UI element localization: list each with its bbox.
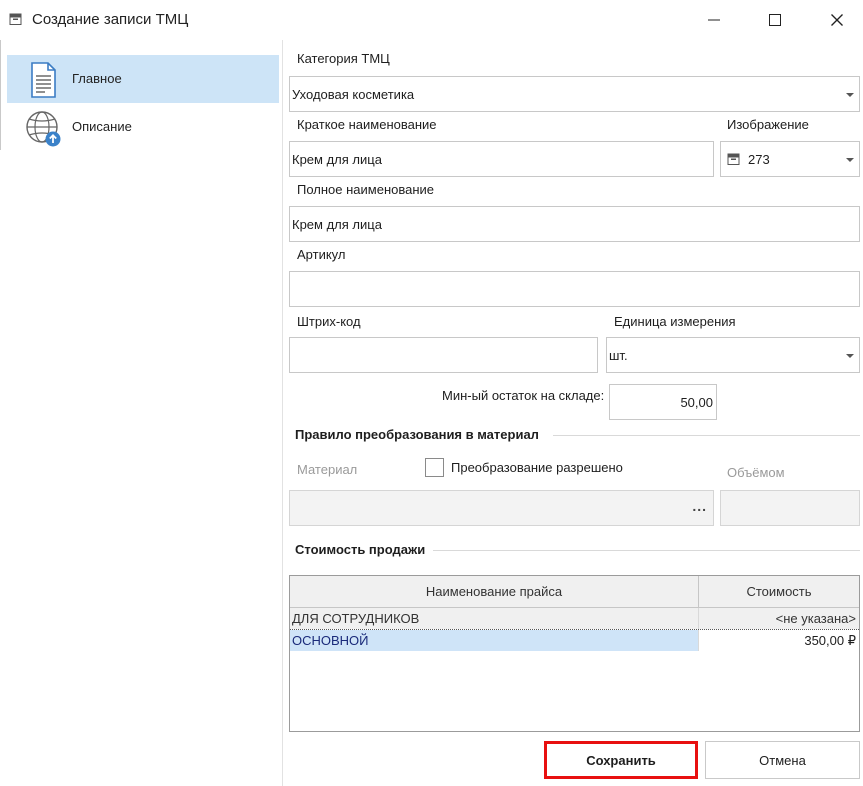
min-stock-input[interactable]: 50,00 (609, 384, 717, 420)
price-name-cell: ДЛЯ СОТРУДНИКОВ (290, 608, 699, 629)
conversion-allowed-label: Преобразование разрешено (451, 460, 623, 475)
conversion-section-title: Правило преобразования в материал (295, 427, 539, 442)
volume-input[interactable] (720, 490, 860, 526)
table-row[interactable]: ДЛЯ СОТРУДНИКОВ <не указана> (290, 608, 859, 629)
browse-button[interactable]: ... (692, 498, 707, 514)
image-box-icon (727, 153, 740, 165)
sidebar-item-label: Описание (72, 119, 132, 134)
volume-label: Объёмом (727, 465, 785, 480)
dialog-window: Создание записи ТМЦ Главное Описание Кат… (0, 0, 863, 786)
cancel-button[interactable]: Отмена (705, 741, 860, 779)
title-bar: Создание записи ТМЦ (0, 0, 863, 40)
pricing-section-title: Стоимость продажи (295, 542, 426, 557)
full-name-value: Крем для лица (292, 217, 382, 232)
image-value: 273 (748, 152, 770, 167)
globe-upload-icon (26, 111, 61, 147)
sidebar-item-description[interactable]: Описание (7, 103, 279, 151)
price-name-cell: ОСНОВНОЙ (290, 630, 699, 651)
image-label: Изображение (727, 117, 809, 132)
minimize-button[interactable] (692, 6, 736, 34)
sidebar-item-label: Главное (72, 71, 122, 86)
article-label: Артикул (297, 247, 346, 262)
price-value-cell[interactable]: <не указана> (699, 608, 859, 629)
unit-value: шт. (609, 348, 628, 363)
full-name-input[interactable]: Крем для лица (289, 206, 860, 242)
sidebar-nav (0, 40, 283, 786)
chevron-down-icon (846, 93, 854, 97)
material-picker[interactable]: ... (289, 490, 714, 526)
document-icon (31, 62, 56, 98)
unit-label: Единица измерения (614, 314, 736, 329)
article-input[interactable] (289, 271, 860, 307)
price-table: Наименование прайса Стоимость ДЛЯ СОТРУД… (289, 575, 860, 732)
close-button[interactable] (815, 6, 859, 34)
section-divider (433, 550, 860, 551)
window-title: Создание записи ТМЦ (32, 11, 189, 28)
table-row-selected[interactable]: ОСНОВНОЙ 350,00 ₽ (290, 629, 859, 651)
maximize-icon (769, 14, 781, 26)
chevron-down-icon (846, 354, 854, 358)
column-header-price[interactable]: Стоимость (699, 576, 859, 607)
section-divider (553, 435, 860, 436)
barcode-label: Штрих-код (297, 314, 361, 329)
sidebar-item-main[interactable]: Главное (7, 55, 279, 103)
min-stock-label: Мин-ый остаток на складе: (442, 388, 605, 403)
min-stock-value: 50,00 (680, 395, 713, 410)
table-header: Наименование прайса Стоимость (290, 576, 859, 608)
save-button[interactable]: Сохранить (544, 741, 698, 779)
full-name-label: Полное наименование (297, 182, 435, 197)
short-name-label: Краткое наименование (297, 117, 437, 132)
chevron-down-icon (846, 158, 854, 162)
column-header-price-name[interactable]: Наименование прайса (290, 576, 699, 607)
price-value-cell[interactable]: 350,00 ₽ (699, 630, 859, 651)
image-select[interactable]: 273 (720, 141, 860, 177)
short-name-value: Крем для лица (292, 152, 382, 167)
maximize-button[interactable] (753, 6, 797, 34)
window-app-icon (9, 13, 22, 25)
barcode-input[interactable] (289, 337, 598, 373)
category-label: Категория ТМЦ (297, 51, 390, 66)
minimize-icon (708, 19, 720, 21)
short-name-input[interactable]: Крем для лица (289, 141, 714, 177)
conversion-allowed-checkbox[interactable] (425, 458, 444, 477)
material-label: Материал (297, 462, 358, 477)
category-value: Уходовая косметика (292, 87, 415, 102)
close-icon (831, 14, 843, 26)
unit-select[interactable]: шт. (606, 337, 860, 373)
category-select[interactable]: Уходовая косметика (289, 76, 860, 112)
